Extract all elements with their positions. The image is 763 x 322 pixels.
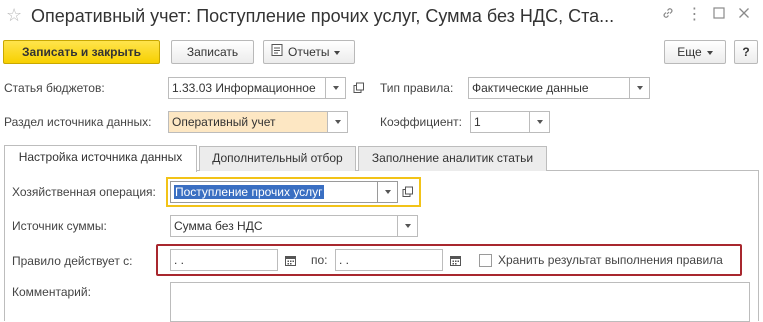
reports-label: Отчеты <box>288 45 330 59</box>
keep-result-label: Хранить результат выполнения правила <box>498 253 723 267</box>
chevron-down-icon <box>334 50 341 55</box>
amount-source-field[interactable]: Сумма без НДС <box>170 215 398 237</box>
operation-field[interactable]: Поступление прочих услуг <box>170 181 378 203</box>
calendar-icon[interactable] <box>445 249 465 271</box>
chevron-down-icon <box>332 86 339 90</box>
window-title: Оперативный учет: Поступление прочих усл… <box>31 6 615 26</box>
more-icon[interactable]: ⋮ <box>685 6 703 24</box>
tab-additional-filter[interactable]: Дополнительный отбор <box>199 146 356 171</box>
save-button[interactable]: Записать <box>171 40 254 64</box>
open-icon[interactable] <box>397 181 419 203</box>
maximize-icon[interactable] <box>710 6 728 24</box>
keep-result-checkbox[interactable] <box>479 254 492 267</box>
chevron-down-icon <box>334 120 341 124</box>
operation-label: Хозяйственная операция: <box>12 185 156 199</box>
chevron-down-icon <box>384 190 391 194</box>
amount-source-label: Источник суммы: <box>12 219 107 233</box>
budget-item-dropdown-button[interactable] <box>326 77 346 99</box>
chevron-down-icon <box>636 86 643 90</box>
data-source-section-label: Раздел источника данных: <box>4 115 152 129</box>
data-source-section-dropdown-button[interactable] <box>328 111 348 133</box>
help-button[interactable]: ? <box>734 40 758 64</box>
date-to-label: по: <box>311 253 328 267</box>
operation-dropdown-button[interactable] <box>378 181 398 203</box>
rule-type-dropdown-button[interactable] <box>630 77 650 99</box>
chevron-down-icon <box>404 224 411 228</box>
calendar-icon[interactable] <box>280 249 300 271</box>
open-icon[interactable] <box>348 77 370 99</box>
link-icon[interactable] <box>659 6 677 24</box>
save-and-close-button[interactable]: Записать и закрыть <box>3 40 160 64</box>
amount-source-dropdown-button[interactable] <box>398 215 418 237</box>
close-icon[interactable] <box>735 6 753 24</box>
data-source-section-field[interactable]: Оперативный учет <box>168 111 328 133</box>
chevron-down-icon <box>536 120 543 124</box>
favorite-star-icon[interactable]: ☆ <box>6 5 22 25</box>
budget-item-label: Статья бюджетов: <box>4 81 105 95</box>
comment-textarea[interactable] <box>170 282 750 322</box>
rule-valid-label: Правило действует с: <box>12 254 133 268</box>
more-label: Еще <box>677 45 702 59</box>
rule-type-field[interactable]: Фактические данные <box>468 77 630 99</box>
coefficient-dropdown-button[interactable] <box>530 111 550 133</box>
more-button[interactable]: Еще <box>664 40 726 64</box>
reports-icon <box>270 42 284 64</box>
tab-analytics-fill[interactable]: Заполнение аналитик статьи <box>358 146 547 171</box>
date-to-field[interactable]: . . <box>335 249 443 271</box>
comment-label: Комментарий: <box>12 285 91 299</box>
coefficient-label: Коэффициент: <box>380 115 462 129</box>
operation-value: Поступление прочих услуг <box>174 185 324 199</box>
rule-type-label: Тип правила: <box>380 81 454 95</box>
date-from-field[interactable]: . . <box>170 249 278 271</box>
reports-button[interactable]: Отчеты <box>263 40 355 64</box>
chevron-down-icon <box>706 50 713 55</box>
tab-data-source-settings[interactable]: Настройка источника данных <box>4 145 197 172</box>
coefficient-field[interactable]: 1 <box>470 111 530 133</box>
budget-item-field[interactable]: 1.33.03 Информационное <box>168 77 326 99</box>
